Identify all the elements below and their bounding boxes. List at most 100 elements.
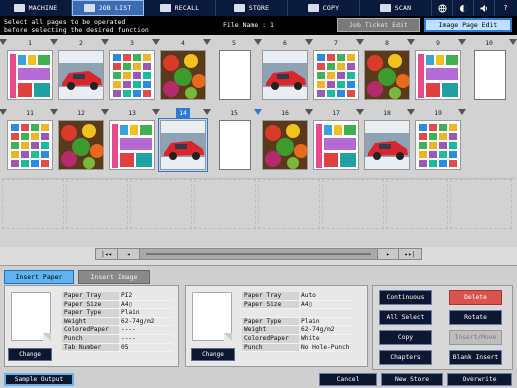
- rotate-button[interactable]: Rotate: [449, 310, 502, 325]
- brightness-icon[interactable]: [453, 0, 474, 16]
- tab-copy[interactable]: COPY: [288, 0, 360, 16]
- all-select-button[interactable]: All Select: [379, 310, 432, 325]
- new-store-button[interactable]: New Store: [381, 373, 443, 386]
- insert-position-marker[interactable]: [305, 39, 313, 45]
- page-image-thumbnail[interactable]: [415, 50, 461, 100]
- page-thumbnail[interactable]: 19: [413, 108, 463, 172]
- page-image-thumbnail[interactable]: [313, 50, 359, 100]
- scroll-first-button[interactable]: |◂◂: [96, 249, 118, 259]
- page-thumbnail[interactable]: 8: [362, 38, 412, 102]
- base-paper-settings-panel: Change Paper Tray Auto Paper Size A4▯ Paper …: [185, 285, 368, 367]
- page-image-thumbnail[interactable]: [364, 120, 410, 170]
- continuous-button[interactable]: Continuous: [379, 290, 432, 305]
- insert-position-marker[interactable]: [152, 109, 160, 115]
- blank-page[interactable]: [219, 50, 251, 100]
- page-thumbnail[interactable]: 15: [209, 108, 259, 172]
- scroll-last-button[interactable]: ▸▸|: [399, 249, 421, 259]
- page-image-thumbnail[interactable]: [58, 50, 104, 100]
- insert-position-marker[interactable]: [254, 109, 262, 115]
- blank-insert-button[interactable]: Blank Insert: [449, 350, 502, 365]
- tab-insert-image[interactable]: Insert Image: [78, 270, 150, 284]
- insert-position-marker[interactable]: [0, 39, 7, 45]
- insert-position-marker[interactable]: [458, 109, 466, 115]
- insert-position-marker[interactable]: [509, 39, 517, 45]
- help-icon[interactable]: ?: [495, 0, 516, 16]
- paper-info-row: Paper Size A4▯: [62, 300, 172, 310]
- insert-position-marker[interactable]: [101, 39, 109, 45]
- page-thumbnail[interactable]: 7: [311, 38, 361, 102]
- insert-position-marker[interactable]: [0, 109, 7, 115]
- scroll-prev-button[interactable]: ◂: [118, 249, 140, 259]
- image-page-edit-button[interactable]: Image Page Edit: [424, 18, 512, 32]
- change-paper-button[interactable]: Change: [8, 348, 52, 361]
- page-image-thumbnail[interactable]: [7, 50, 53, 100]
- insert-position-marker[interactable]: [254, 39, 262, 45]
- page-thumbnail[interactable]: 3: [107, 38, 157, 102]
- insert-position-marker[interactable]: [305, 109, 313, 115]
- insert-position-marker[interactable]: [356, 39, 364, 45]
- page-thumbnail[interactable]: 16: [260, 108, 310, 172]
- page-thumbnail[interactable]: 5: [209, 38, 259, 102]
- insert-position-marker[interactable]: [458, 39, 466, 45]
- page-thumbnail[interactable]: 13: [107, 108, 157, 172]
- change-paper-button[interactable]: Change: [191, 348, 235, 361]
- page-image-thumbnail[interactable]: [109, 50, 155, 100]
- overwrite-button[interactable]: Overwrite: [447, 373, 512, 386]
- insert-position-marker[interactable]: [407, 39, 415, 45]
- insert-position-marker[interactable]: [356, 109, 364, 115]
- scroll-next-button[interactable]: ▸: [377, 249, 399, 259]
- page-number-label: 5: [232, 39, 236, 47]
- insert-position-marker[interactable]: [50, 39, 58, 45]
- page-image-thumbnail[interactable]: [7, 120, 53, 170]
- sample-output-button[interactable]: Sample Output: [4, 373, 74, 386]
- tab-machine[interactable]: MACHINE: [0, 0, 72, 16]
- insert-position-marker[interactable]: [101, 109, 109, 115]
- page-image-thumbnail[interactable]: [160, 50, 206, 100]
- paper-info-row: Paper Type Plain: [62, 309, 172, 318]
- page-thumbnail[interactable]: 2: [56, 38, 106, 102]
- page-image-thumbnail[interactable]: [109, 120, 155, 170]
- page-thumbnail[interactable]: 12: [56, 108, 106, 172]
- job-ticket-edit-button[interactable]: Job Ticket Edit: [337, 18, 420, 32]
- page-image-thumbnail[interactable]: [158, 118, 208, 172]
- insert-position-marker[interactable]: [50, 109, 58, 115]
- paper-info-value: PI2: [119, 292, 172, 301]
- page-image-thumbnail[interactable]: [313, 120, 359, 170]
- paper-info-key: Paper Tray: [242, 292, 299, 301]
- insert-position-marker[interactable]: [152, 39, 160, 45]
- tab-recall[interactable]: RECALL: [144, 0, 216, 16]
- tab-scan[interactable]: SCAN: [360, 0, 432, 16]
- chapters-button[interactable]: Chapters: [379, 350, 432, 365]
- page-thumbnail[interactable]: 14: [158, 108, 208, 172]
- tab-job-list[interactable]: JOB LIST: [72, 0, 144, 16]
- tab-store[interactable]: STORE: [216, 0, 288, 16]
- page-thumbnail[interactable]: 1: [5, 38, 55, 102]
- globe-icon[interactable]: [432, 0, 453, 16]
- insert-move-button[interactable]: Insert/Move: [449, 330, 502, 345]
- copy-button[interactable]: Copy: [379, 330, 432, 345]
- page-thumbnail[interactable]: 9: [413, 38, 463, 102]
- page-image-thumbnail[interactable]: [415, 120, 461, 170]
- page-thumbnail[interactable]: 18: [362, 108, 412, 172]
- page-image-thumbnail[interactable]: [262, 120, 308, 170]
- page-thumbnail[interactable]: 10: [464, 38, 514, 102]
- page-image-thumbnail[interactable]: [58, 120, 104, 170]
- scroll-track[interactable]: [140, 249, 377, 259]
- page-scrollbar[interactable]: |◂◂ ◂ ▸ ▸▸|: [95, 248, 422, 260]
- page-image-thumbnail[interactable]: [364, 50, 410, 100]
- page-thumbnail[interactable]: 11: [5, 108, 55, 172]
- page-image-thumbnail[interactable]: [262, 50, 308, 100]
- paper-info-value: A4▯: [299, 301, 352, 310]
- insert-position-marker[interactable]: [203, 39, 211, 45]
- blank-page[interactable]: [219, 120, 251, 170]
- insert-position-marker[interactable]: [407, 109, 415, 115]
- blank-page[interactable]: [474, 50, 506, 100]
- insert-position-marker[interactable]: [203, 109, 211, 115]
- tab-insert-paper[interactable]: Insert Paper: [4, 270, 74, 284]
- page-thumbnail[interactable]: 4: [158, 38, 208, 102]
- delete-button[interactable]: Delete: [449, 290, 502, 305]
- volume-icon[interactable]: [474, 0, 495, 16]
- cancel-button[interactable]: Cancel: [319, 373, 377, 386]
- page-thumbnail[interactable]: 6: [260, 38, 310, 102]
- page-thumbnail[interactable]: 17: [311, 108, 361, 172]
